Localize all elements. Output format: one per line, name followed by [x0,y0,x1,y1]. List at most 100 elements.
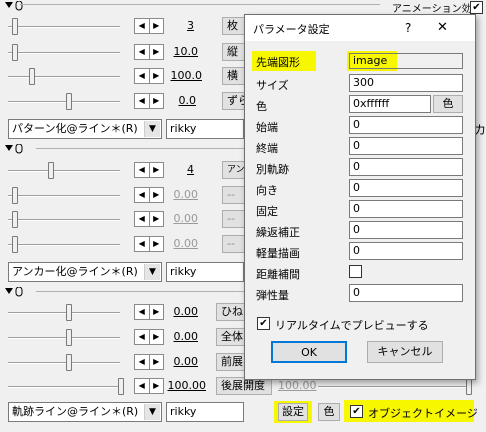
slider-track[interactable] [8,170,120,172]
collapse-arrow-icon[interactable] [4,143,24,155]
slider-track[interactable] [8,195,120,197]
slider-thumb[interactable] [12,187,18,204]
step-buttons[interactable]: ◀ ▶ [134,211,164,227]
step-buttons[interactable]: ◀ ▶ [134,304,164,320]
param-field-alt-track[interactable]: 0 [349,158,463,176]
effect-select[interactable]: アンカー化@ライン＊(R) ▼ [8,262,162,282]
param-field-elasticity[interactable]: 0 [349,284,463,302]
step-buttons[interactable]: ◀ ▶ [134,354,164,370]
slider-track[interactable] [8,362,120,364]
slider-thumb[interactable] [66,304,72,321]
param-field-light-render[interactable]: 0 [349,242,463,260]
collapse-arrow-icon[interactable] [4,0,24,12]
slider-thumb[interactable] [12,211,18,228]
slider-thumb[interactable] [12,236,18,253]
chevron-down-icon: ▼ [144,264,160,280]
param-value-right[interactable]: 100.00 [278,379,317,392]
param-name-button[interactable]: -- [222,186,246,204]
slider-track[interactable] [8,312,120,314]
param-name-button[interactable]: 前展 [216,353,246,371]
effect-select[interactable]: パターン化@ライン＊(R) ▼ [8,119,162,139]
param-name-button[interactable]: 横 [222,67,246,85]
slider-thumb[interactable] [66,93,72,110]
param-field-end[interactable]: 0 [349,137,463,155]
param-name-button[interactable]: ずら [222,92,246,110]
step-buttons[interactable]: ◀ ▶ [134,162,164,178]
param-label-shape: 先端図形 [256,56,300,69]
param-name-button[interactable]: ひね [216,303,246,321]
cancel-button[interactable]: キャンセル [367,341,443,363]
dialog-titlebar[interactable]: パラメータ設定 ? ✕ [245,15,475,41]
close-icon[interactable]: ✕ [437,20,448,35]
param-name-button[interactable]: 縦 [222,43,246,61]
realtime-preview-checkbox[interactable]: ✔ [257,317,270,330]
effect-select[interactable]: 軌跡ライン@ライン＊(R) ▼ [8,402,162,422]
object-image-checkbox[interactable]: ✔ [350,405,363,418]
author-select[interactable]: rikky [166,119,244,139]
param-value[interactable]: 0.0 [172,94,197,107]
param-label-fixed: 固定 [256,205,278,218]
param-value[interactable]: 0.00 [170,355,199,368]
step-buttons[interactable]: ◀ ▶ [134,68,164,84]
param-value[interactable]: 100.0 [166,69,203,82]
param-name-button[interactable]: -- [222,235,246,253]
param-field-repeat[interactable]: 0 [349,221,463,239]
slider-thumb[interactable] [118,378,124,395]
step-buttons[interactable]: ◀ ▶ [134,18,164,34]
param-value[interactable]: 0.00 [168,188,199,201]
slider-thumb[interactable] [466,378,472,395]
slider-track[interactable] [8,101,120,103]
help-icon[interactable]: ? [405,21,411,35]
color-picker-button[interactable]: 色 [433,95,463,113]
slider-thumb[interactable] [66,354,72,371]
slider-thumb[interactable] [12,44,18,61]
collapse-arrow-icon[interactable] [4,286,24,298]
animation-effect-checkbox[interactable]: ✔ [470,1,483,14]
step-buttons[interactable]: ◀ ▶ [134,187,164,203]
realtime-preview-label: リアルタイムでプレビューする [275,319,429,332]
step-buttons[interactable]: ◀ ▶ [134,93,164,109]
param-value[interactable]: 3 [170,19,194,32]
param-value[interactable]: 100.00 [166,379,207,392]
slider-track[interactable] [8,337,120,339]
param-name-button[interactable]: アンカ [222,161,246,179]
slider-thumb[interactable] [12,18,18,35]
param-value[interactable]: 0.00 [170,330,199,343]
param-name-button[interactable]: 全体 [216,328,246,346]
param-checkbox-distance-interp[interactable] [349,265,362,278]
param-field-size[interactable]: 300 [349,74,463,92]
param-field-fixed[interactable]: 0 [349,200,463,218]
step-buttons[interactable]: ◀ ▶ [134,44,164,60]
step-buttons[interactable]: ◀ ▶ [134,329,164,345]
slider-track[interactable] [8,386,120,388]
color-button[interactable]: 色 [318,403,340,421]
param-field-shape[interactable]: image [349,53,463,69]
param-value[interactable]: 10.0 [168,45,199,58]
object-image-label: オブジェクトイメージ [368,407,478,420]
slider-thumb[interactable] [48,162,54,179]
param-name-button[interactable]: 枚 [222,17,246,35]
param-field-start[interactable]: 0 [349,116,463,134]
param-field-color[interactable]: 0xffffff [349,95,431,113]
param-name-button[interactable]: -- [222,210,246,228]
param-value[interactable]: 0.00 [170,305,199,318]
ok-button[interactable]: OK [271,341,347,363]
author-select[interactable]: rikky [166,402,244,422]
param-value[interactable]: 0.00 [168,212,199,225]
settings-button[interactable]: 設定 [278,403,308,421]
param-label-repeat: 繰返補正 [256,226,300,239]
slider-track[interactable] [8,244,120,246]
slider-thumb[interactable] [66,329,72,346]
slider-track[interactable] [8,52,120,54]
param-value[interactable]: 4 [170,163,194,176]
author-select[interactable]: rikky [166,262,244,282]
step-buttons[interactable]: ◀ ▶ [134,378,164,394]
slider-thumb[interactable] [29,68,35,85]
slider-track[interactable] [8,76,120,78]
param-field-direction[interactable]: 0 [349,179,463,197]
slider-track[interactable] [8,26,120,28]
param-value[interactable]: 0.00 [168,237,199,250]
step-buttons[interactable]: ◀ ▶ [134,236,164,252]
slider-track[interactable] [318,386,466,388]
slider-track[interactable] [8,219,120,221]
